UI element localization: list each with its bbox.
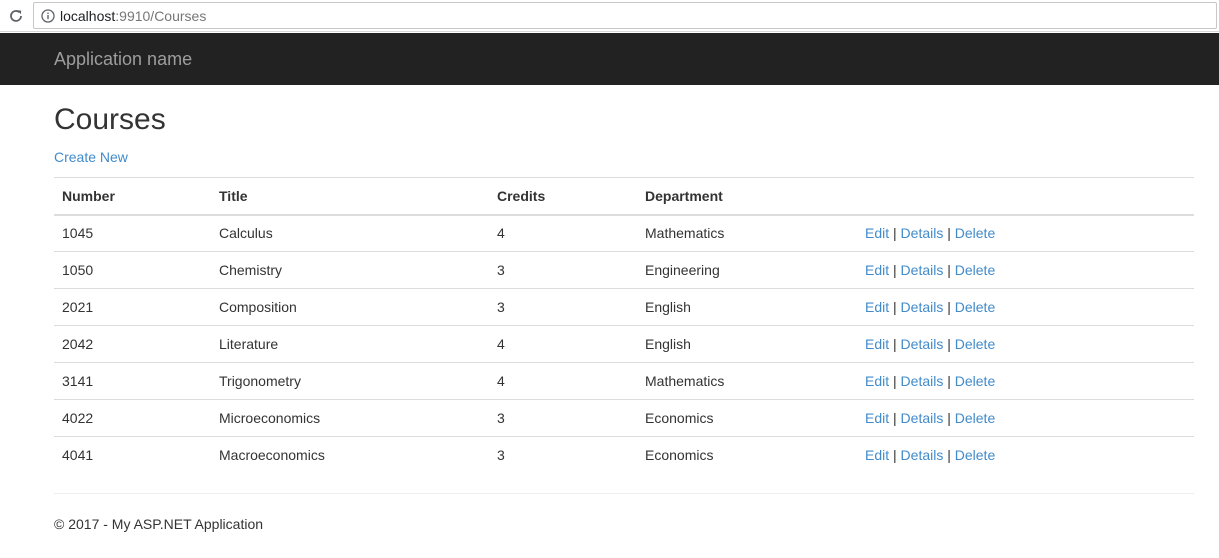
- header-title: Title: [211, 177, 489, 216]
- browser-toolbar: localhost:9910/Courses: [0, 0, 1219, 32]
- cell-credits: 3: [489, 436, 637, 474]
- header-number: Number: [54, 177, 211, 216]
- action-separator: |: [947, 336, 951, 352]
- action-separator: |: [893, 225, 897, 242]
- table-row: 1045 Calculus 4 Mathematics Edit | Details |…: [54, 214, 1194, 252]
- cell-number: 4041: [54, 436, 211, 474]
- cell-number: 2042: [54, 325, 211, 363]
- cell-department: English: [637, 325, 857, 363]
- cell-actions: Edit | Details | Delete: [857, 399, 1194, 437]
- cell-number: 2021: [54, 288, 211, 326]
- footer-divider: [54, 493, 1194, 494]
- action-separator: |: [893, 447, 897, 464]
- cell-title: Composition: [211, 288, 489, 326]
- delete-link[interactable]: Delete: [955, 336, 995, 352]
- cell-actions: Edit | Details | Delete: [857, 362, 1194, 400]
- cell-credits: 4: [489, 214, 637, 252]
- action-separator: |: [893, 336, 897, 352]
- cell-number: 1045: [54, 214, 211, 252]
- cell-number: 3141: [54, 362, 211, 400]
- info-icon: [41, 9, 55, 23]
- cell-department: English: [637, 288, 857, 326]
- table-row: 3141 Trigonometry 4 Mathematics Edit | Detai…: [54, 362, 1194, 400]
- cell-title: Literature: [211, 325, 489, 363]
- table-row: 2021 Composition 3 English Edit | Details | …: [54, 288, 1194, 326]
- cell-credits: 4: [489, 325, 637, 363]
- delete-link[interactable]: Delete: [955, 447, 995, 463]
- edit-link[interactable]: Edit: [865, 336, 889, 352]
- cell-actions: Edit | Details | Delete: [857, 214, 1194, 252]
- courses-table: Number Title Credits Department 1045 Calc…: [54, 177, 1194, 474]
- details-link[interactable]: Details: [901, 373, 944, 389]
- action-separator: |: [893, 410, 897, 426]
- details-link[interactable]: Details: [901, 447, 944, 463]
- table-row: 1050 Chemistry 3 Engineering Edit | Details …: [54, 251, 1194, 289]
- action-separator: |: [947, 225, 951, 242]
- cell-title: Trigonometry: [211, 362, 489, 400]
- delete-link[interactable]: Delete: [955, 410, 995, 426]
- cell-department: Mathematics: [637, 214, 857, 252]
- details-link[interactable]: Details: [901, 299, 944, 315]
- delete-link[interactable]: Delete: [955, 225, 995, 241]
- cell-title: Calculus: [211, 214, 489, 252]
- action-separator: |: [893, 299, 897, 315]
- table-body: 1045 Calculus 4 Mathematics Edit | Details |…: [54, 214, 1194, 474]
- table-row: 4041 Macroeconomics 3 Economics Edit | Detai…: [54, 436, 1194, 474]
- action-separator: |: [947, 373, 951, 389]
- cell-title: Microeconomics: [211, 399, 489, 437]
- edit-link[interactable]: Edit: [865, 262, 889, 278]
- cell-department: Engineering: [637, 251, 857, 289]
- delete-link[interactable]: Delete: [955, 262, 995, 278]
- action-separator: |: [947, 410, 951, 426]
- create-new-link[interactable]: Create New: [54, 149, 128, 165]
- edit-link[interactable]: Edit: [865, 225, 889, 241]
- table-row: 2042 Literature 4 English Edit | Details | D…: [54, 325, 1194, 363]
- reload-button[interactable]: [4, 4, 28, 28]
- cell-department: Economics: [637, 436, 857, 474]
- cell-actions: Edit | Details | Delete: [857, 436, 1194, 474]
- cell-title: Macroeconomics: [211, 436, 489, 474]
- action-separator: |: [947, 447, 951, 464]
- brand-link[interactable]: Application name: [54, 49, 192, 69]
- table-header-row: Number Title Credits Department: [54, 177, 1194, 216]
- edit-link[interactable]: Edit: [865, 447, 889, 463]
- cell-number: 4022: [54, 399, 211, 437]
- details-link[interactable]: Details: [901, 410, 944, 426]
- cell-credits: 3: [489, 288, 637, 326]
- cell-department: Economics: [637, 399, 857, 437]
- delete-link[interactable]: Delete: [955, 373, 995, 389]
- cell-actions: Edit | Details | Delete: [857, 251, 1194, 289]
- action-separator: |: [947, 299, 951, 315]
- page-title: Courses: [54, 103, 166, 136]
- cell-number: 1050: [54, 251, 211, 289]
- details-link[interactable]: Details: [901, 336, 944, 352]
- cell-actions: Edit | Details | Delete: [857, 325, 1194, 363]
- cell-actions: Edit | Details | Delete: [857, 288, 1194, 326]
- details-link[interactable]: Details: [901, 225, 944, 241]
- delete-link[interactable]: Delete: [955, 299, 995, 315]
- header-credits: Credits: [489, 177, 637, 216]
- navbar: Application name: [0, 33, 1219, 85]
- details-link[interactable]: Details: [901, 262, 944, 278]
- header-department: Department: [637, 177, 857, 216]
- footer-text: © 2017 - My ASP.NET Application: [54, 516, 264, 532]
- url-path: :9910/Courses: [115, 8, 207, 24]
- cell-credits: 4: [489, 362, 637, 400]
- action-separator: |: [893, 373, 897, 389]
- cell-department: Mathematics: [637, 362, 857, 400]
- action-separator: |: [947, 262, 951, 278]
- cell-credits: 3: [489, 251, 637, 289]
- url-host: localhost: [60, 8, 116, 24]
- edit-link[interactable]: Edit: [865, 299, 889, 315]
- action-separator: |: [893, 262, 897, 278]
- reload-icon: [10, 10, 22, 22]
- cell-credits: 3: [489, 399, 637, 437]
- header-actions: [857, 177, 1194, 216]
- table-row: 4022 Microeconomics 3 Economics Edit | Detai…: [54, 399, 1194, 437]
- address-bar[interactable]: localhost:9910/Courses: [33, 2, 1217, 29]
- edit-link[interactable]: Edit: [865, 373, 889, 389]
- url-text: localhost:9910/Courses: [60, 8, 206, 24]
- edit-link[interactable]: Edit: [865, 410, 889, 426]
- cell-title: Chemistry: [211, 251, 489, 289]
